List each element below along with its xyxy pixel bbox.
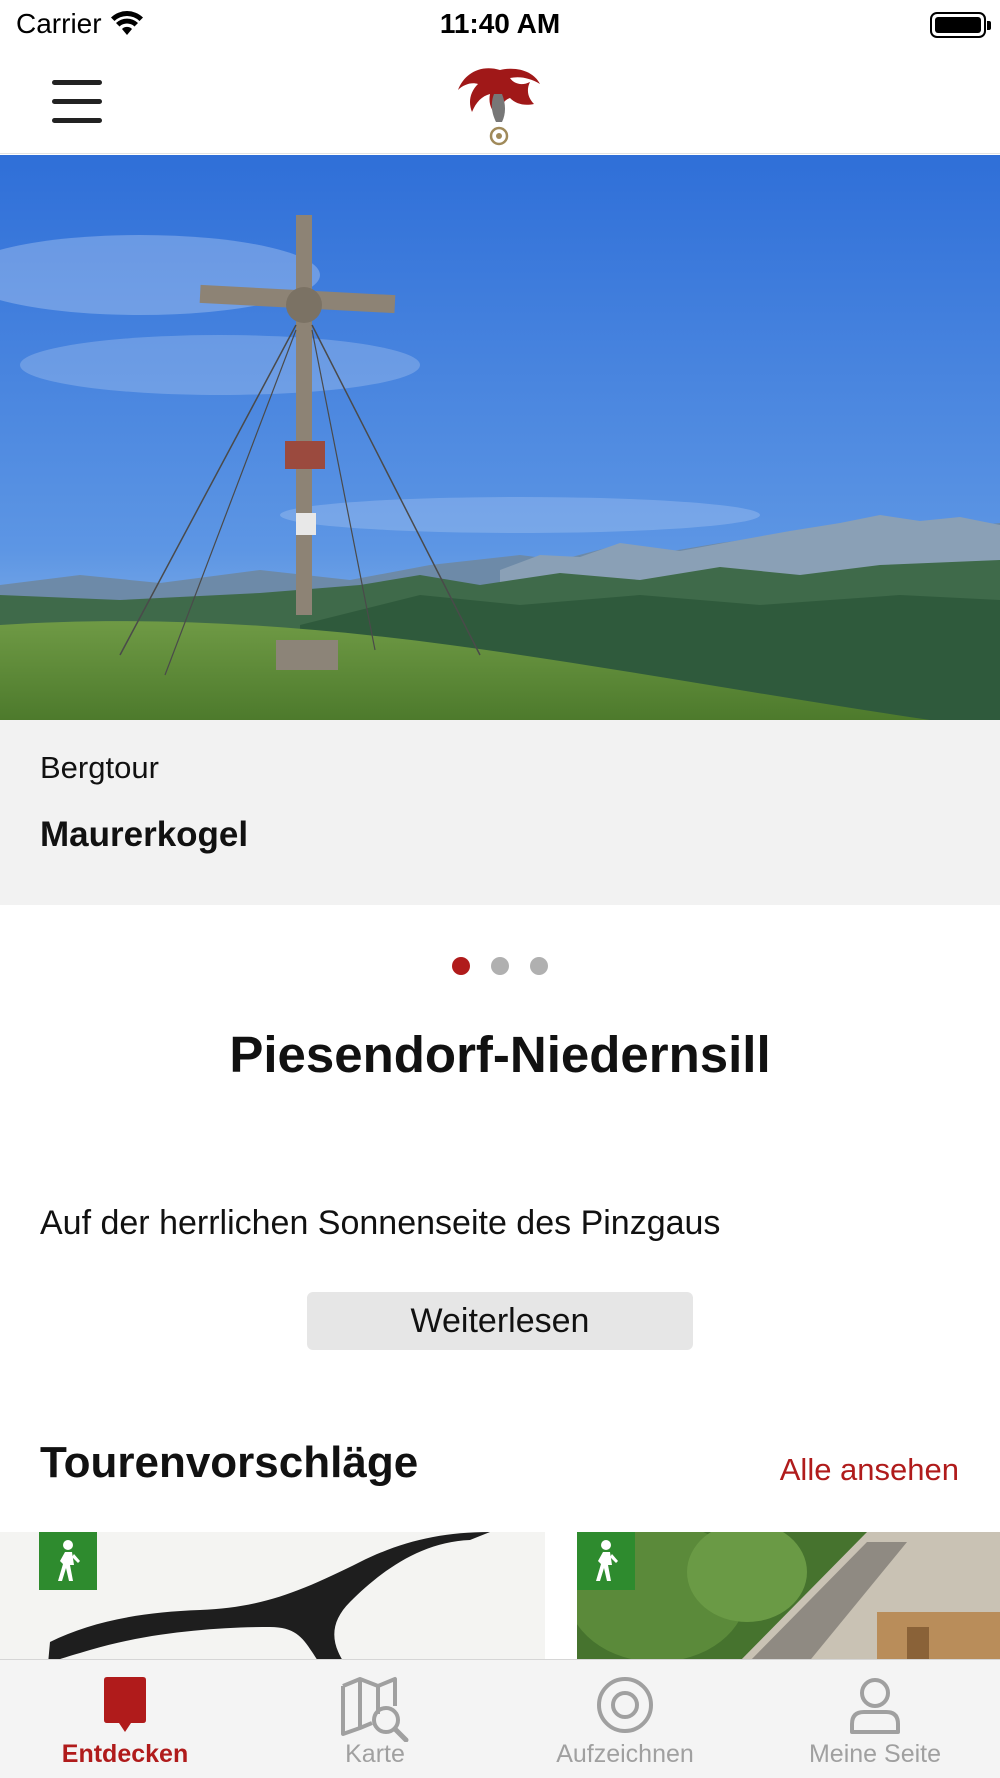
discover-icon	[104, 1677, 146, 1732]
record-icon	[597, 1677, 653, 1733]
app-logo	[458, 68, 540, 146]
tour-image	[577, 1532, 1000, 1664]
pager-dot[interactable]	[530, 957, 548, 975]
tab-bar: Entdecken Karte Aufzeichnen Meine Seite	[0, 1659, 1000, 1778]
status-bar: Carrier 11:40 AM	[0, 0, 1000, 52]
status-time: 11:40 AM	[439, 8, 561, 39]
battery-icon	[930, 12, 991, 38]
read-more-button[interactable]: Weiterlesen	[307, 1292, 693, 1350]
hamburger-menu-icon[interactable]	[52, 80, 102, 124]
tab-karte[interactable]: Karte	[250, 1660, 500, 1778]
pager-dot-active[interactable]	[452, 957, 470, 975]
tab-entdecken[interactable]: Entdecken	[0, 1660, 250, 1778]
see-all-link[interactable]: Alle ansehen	[780, 1452, 959, 1488]
hiker-icon	[39, 1532, 97, 1590]
tab-meine-seite[interactable]: Meine Seite	[750, 1660, 1000, 1778]
region-intro: Auf der herrlichen Sonnenseite des Pinzg…	[40, 1204, 721, 1242]
tab-label: Entdecken	[61, 1740, 189, 1768]
navigation-bar	[0, 52, 1000, 154]
carousel-pager[interactable]	[0, 957, 1000, 975]
tours-header: Tourenvorschläge	[40, 1438, 419, 1487]
pager-dot[interactable]	[491, 957, 509, 975]
hero-category: Bergtour	[40, 750, 159, 785]
tab-label: Karte	[345, 1740, 405, 1768]
hero-image[interactable]	[0, 155, 1000, 720]
tab-aufzeichnen[interactable]: Aufzeichnen	[500, 1660, 750, 1778]
hero-title: Maurerkogel	[40, 815, 249, 854]
region-title: Piesendorf-Niedernsill	[229, 1026, 771, 1083]
person-icon	[850, 1678, 900, 1734]
hero-caption[interactable]: Bergtour Maurerkogel	[0, 720, 1000, 905]
tour-card[interactable]	[0, 1532, 545, 1664]
tab-label: Aufzeichnen	[556, 1740, 694, 1768]
hiker-icon	[577, 1532, 635, 1590]
map-search-icon	[341, 1677, 409, 1742]
tab-label: Meine Seite	[808, 1740, 942, 1768]
tour-card[interactable]	[577, 1532, 1000, 1664]
